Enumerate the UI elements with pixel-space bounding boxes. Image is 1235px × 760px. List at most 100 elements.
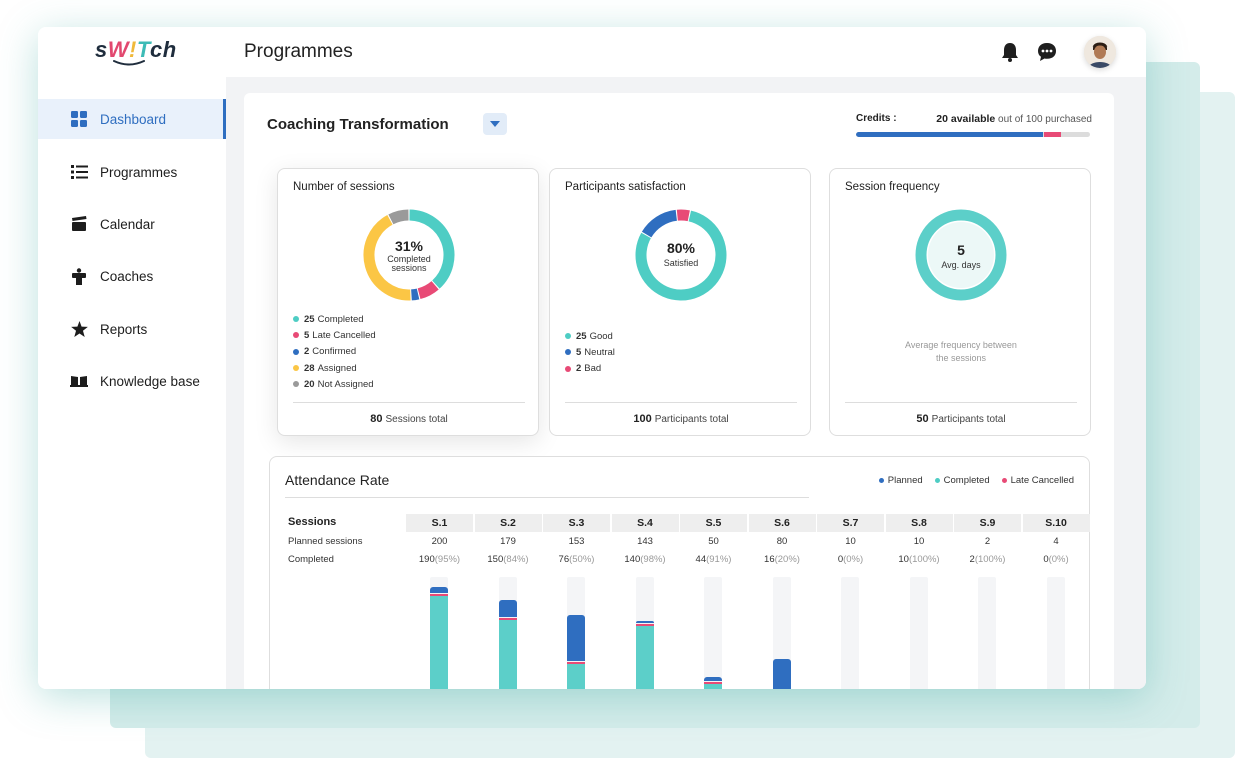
row-label-sessions: Sessions bbox=[288, 516, 337, 528]
programme-title: Coaching Transformation bbox=[267, 116, 449, 133]
list-icon bbox=[70, 163, 88, 181]
logo-smile-icon bbox=[113, 60, 145, 66]
sidebar-item-label: Coaches bbox=[100, 268, 154, 284]
bar-planned bbox=[772, 659, 791, 689]
card-title: Session frequency bbox=[845, 181, 940, 193]
sidebar: Dashboard Programmes Calendar Coaches Re… bbox=[38, 77, 226, 689]
legend-item: 25 Good bbox=[565, 328, 615, 344]
chat-icon[interactable] bbox=[1036, 41, 1058, 63]
donut-center-value: 80% bbox=[666, 240, 696, 256]
sidebar-item-label: Programmes bbox=[100, 164, 178, 180]
legend-item: 5 Neutral bbox=[565, 344, 615, 360]
avatar[interactable] bbox=[1084, 36, 1116, 68]
sidebar-item-dashboard[interactable]: Dashboard bbox=[38, 99, 226, 139]
completed-cell: 150(84%) bbox=[487, 554, 529, 565]
programme-panel: Coaching Transformation Credits : 20 ava… bbox=[244, 93, 1114, 689]
bar-track bbox=[909, 577, 928, 689]
page-title: Programmes bbox=[244, 41, 353, 62]
bar-planned bbox=[635, 621, 654, 623]
content-area: Coaching Transformation Credits : 20 ava… bbox=[226, 77, 1146, 689]
row-label-completed: Completed bbox=[288, 554, 334, 565]
bar-track bbox=[704, 577, 722, 689]
bar-planned bbox=[567, 615, 585, 662]
app-window: sW!Tch Programmes Dashboard Programmes C… bbox=[38, 27, 1146, 689]
easel-icon bbox=[70, 267, 88, 285]
bar-completed bbox=[498, 618, 517, 689]
column-header: S.4 bbox=[611, 514, 679, 532]
card-title: Participants satisfaction bbox=[565, 181, 686, 193]
legend-item: 20 Not Assigned bbox=[293, 376, 376, 392]
credits-label: Credits : bbox=[856, 113, 897, 124]
sidebar-item-calendar[interactable]: Calendar bbox=[38, 204, 226, 244]
legend-item: 28 Assigned bbox=[293, 360, 376, 376]
divider bbox=[565, 402, 797, 403]
divider bbox=[845, 402, 1077, 403]
chevron-down-icon bbox=[490, 121, 500, 127]
planned-cell: 2 bbox=[984, 536, 991, 547]
frequency-total: 50 Participants total bbox=[916, 413, 1006, 425]
clapboard-icon bbox=[70, 215, 88, 233]
completed-cell: 0(0%) bbox=[837, 554, 864, 565]
bar-track bbox=[430, 577, 448, 689]
attendance-legend: Planned Completed Late Cancelled bbox=[878, 475, 1074, 486]
donut-slice-late-cancelled bbox=[417, 280, 439, 300]
credits-value: 20 available out of 100 purchased bbox=[936, 113, 1092, 125]
completed-cell: 16(20%) bbox=[764, 554, 800, 565]
donut-slice-not-assigned bbox=[388, 209, 409, 225]
sessions-total: 80 Sessions total bbox=[370, 413, 448, 425]
bar-track bbox=[567, 577, 585, 689]
sidebar-item-coaches[interactable]: Coaches bbox=[38, 256, 226, 296]
bar-track bbox=[841, 577, 859, 689]
participants-total: 100 Participants total bbox=[633, 413, 729, 425]
column-header: S.9 bbox=[954, 514, 1021, 532]
bar-track bbox=[1046, 577, 1065, 689]
column-header: S.6 bbox=[748, 514, 816, 532]
planned-cell: 10 bbox=[913, 536, 925, 547]
completed-cell: 10(100%) bbox=[898, 554, 940, 565]
legend-item: 2 Bad bbox=[565, 361, 615, 377]
satisfaction-card: Participants satisfaction 80% Satisfied … bbox=[549, 168, 811, 436]
top-bar: sW!Tch Programmes bbox=[38, 27, 1146, 77]
sessions-legend: 25 Completed 5 Late Cancelled 2 Confirmed 2… bbox=[293, 311, 376, 392]
planned-cell: 179 bbox=[500, 536, 516, 547]
programme-dropdown-button[interactable] bbox=[483, 113, 507, 135]
legend-item: 2 Confirmed bbox=[293, 344, 376, 360]
column-header: S.2 bbox=[474, 514, 542, 532]
planned-cell: 10 bbox=[845, 536, 856, 547]
bar-track bbox=[498, 577, 517, 689]
attendance-card: Attendance Rate Planned Completed Late C… bbox=[269, 456, 1090, 689]
donut-center-label: Satisfied bbox=[663, 258, 699, 268]
bell-icon[interactable] bbox=[1000, 41, 1020, 63]
bar-planned bbox=[498, 599, 517, 617]
sidebar-item-programmes[interactable]: Programmes bbox=[38, 152, 226, 192]
sidebar-item-label: Reports bbox=[100, 321, 148, 337]
bar-planned bbox=[430, 587, 448, 593]
donut-slice-bad bbox=[676, 209, 690, 222]
planned-cell: 200 bbox=[431, 536, 448, 547]
column-header: S.8 bbox=[885, 514, 953, 532]
column-header: S.5 bbox=[680, 514, 747, 532]
frequency-card: Session frequency 5 Avg. days Average fr… bbox=[829, 168, 1091, 436]
sidebar-item-knowledge-base[interactable]: Knowledge base bbox=[38, 361, 226, 401]
grid-icon bbox=[70, 110, 88, 128]
bar-track bbox=[772, 577, 791, 689]
completed-cell: 2(100%) bbox=[969, 554, 1006, 565]
planned-cell: 50 bbox=[708, 536, 719, 547]
donut-slice-neutral bbox=[641, 209, 678, 238]
completed-cell: 76(50%) bbox=[558, 554, 595, 565]
credits-progress-bar bbox=[856, 132, 1090, 137]
attendance-title: Attendance Rate bbox=[285, 472, 390, 488]
donut-slice-confirmed bbox=[411, 288, 420, 301]
planned-cell: 80 bbox=[776, 536, 788, 547]
sidebar-item-reports[interactable]: Reports bbox=[38, 309, 226, 349]
column-header: S.7 bbox=[817, 514, 884, 532]
planned-cell: 143 bbox=[637, 536, 653, 547]
legend-item: Planned bbox=[878, 475, 923, 486]
legend-item: 5 Late Cancelled bbox=[293, 327, 376, 343]
donut-center-label: sessions bbox=[391, 263, 427, 273]
sidebar-item-label: Dashboard bbox=[100, 111, 167, 127]
bar-completed bbox=[567, 662, 585, 689]
frequency-note: Average frequency between the sessions bbox=[905, 340, 1017, 363]
row-label-planned: Planned sessions bbox=[288, 536, 363, 547]
donut-center-value: 5 bbox=[957, 242, 965, 258]
